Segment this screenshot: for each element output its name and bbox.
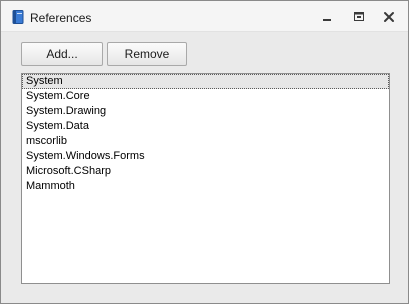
title-bar[interactable]: References: [1, 1, 408, 32]
book-icon: [12, 10, 24, 24]
list-item[interactable]: System.Windows.Forms: [22, 149, 389, 164]
list-item[interactable]: System.Data: [22, 119, 389, 134]
list-item[interactable]: mscorlib: [22, 134, 389, 149]
remove-button[interactable]: Remove: [107, 42, 187, 66]
list-item[interactable]: System.Drawing: [22, 104, 389, 119]
maximize-icon[interactable]: [351, 9, 367, 25]
references-window: References Add... Remove System System.C…: [0, 0, 409, 304]
window-title: References: [30, 11, 92, 25]
list-item[interactable]: System.Core: [22, 89, 389, 104]
list-item[interactable]: System: [22, 74, 389, 89]
minimize-icon[interactable]: [319, 9, 335, 25]
dialog-content: Add... Remove System System.Core System.…: [1, 32, 408, 303]
list-item[interactable]: Microsoft.CSharp: [22, 164, 389, 179]
list-item[interactable]: Mammoth: [22, 179, 389, 194]
references-list[interactable]: System System.Core System.Drawing System…: [21, 73, 390, 284]
add-button[interactable]: Add...: [21, 42, 103, 66]
close-icon[interactable]: [381, 9, 397, 25]
